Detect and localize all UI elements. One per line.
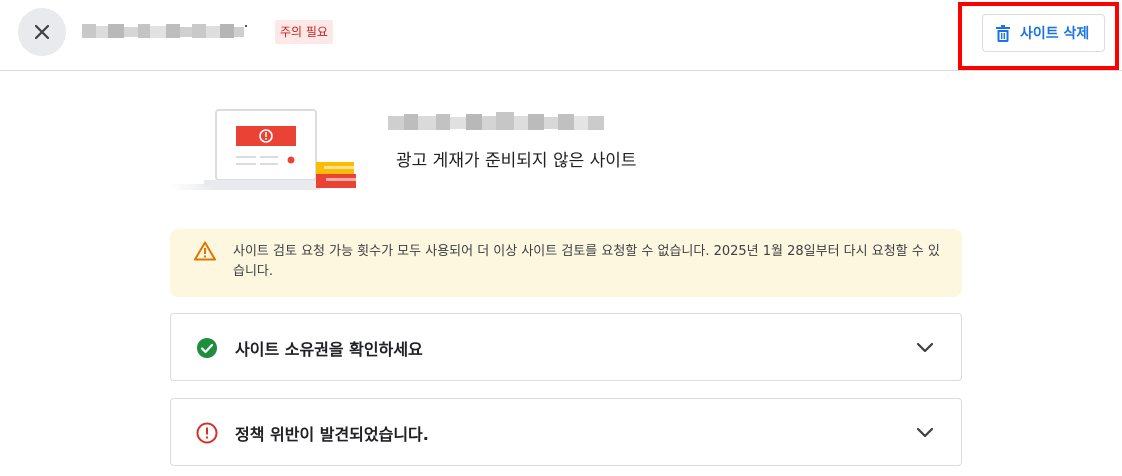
- site-url-redacted: [388, 112, 604, 130]
- status-badge: 주의 필요: [275, 20, 333, 44]
- page-header: 주의 필요 사이트 삭제: [0, 0, 1122, 71]
- accordion-label: 정책 위반이 발견되었습니다.: [235, 425, 429, 444]
- check-circle-icon: [197, 338, 217, 358]
- close-icon: [34, 24, 50, 40]
- accordion-label: 사이트 소유권을 확인하세요: [235, 340, 423, 359]
- trash-icon: [996, 24, 1012, 42]
- accordion-verify-ownership[interactable]: 사이트 소유권을 확인하세요: [170, 313, 962, 381]
- error-circle-icon: [196, 422, 218, 444]
- warning-triangle-icon: [194, 241, 216, 261]
- site-status-heading: 광고 게재가 준비되지 않은 사이트: [396, 151, 637, 171]
- warning-message: 사이트 검토 요청 가능 횟수가 모두 사용되어 더 이상 사이트 검토를 요청…: [233, 244, 940, 279]
- close-button[interactable]: [18, 8, 66, 56]
- site-name-redacted: [82, 24, 247, 38]
- chevron-down-icon[interactable]: [915, 425, 935, 441]
- accordion-policy-violation[interactable]: 정책 위반이 발견되었습니다.: [170, 398, 962, 466]
- site-not-ready-illustration: [170, 109, 356, 190]
- delete-site-label: 사이트 삭제: [1020, 26, 1090, 42]
- delete-site-button[interactable]: 사이트 삭제: [982, 14, 1105, 52]
- review-limit-warning: 사이트 검토 요청 가능 횟수가 모두 사용되어 더 이상 사이트 검토를 요청…: [170, 229, 962, 297]
- chevron-down-icon[interactable]: [915, 340, 935, 356]
